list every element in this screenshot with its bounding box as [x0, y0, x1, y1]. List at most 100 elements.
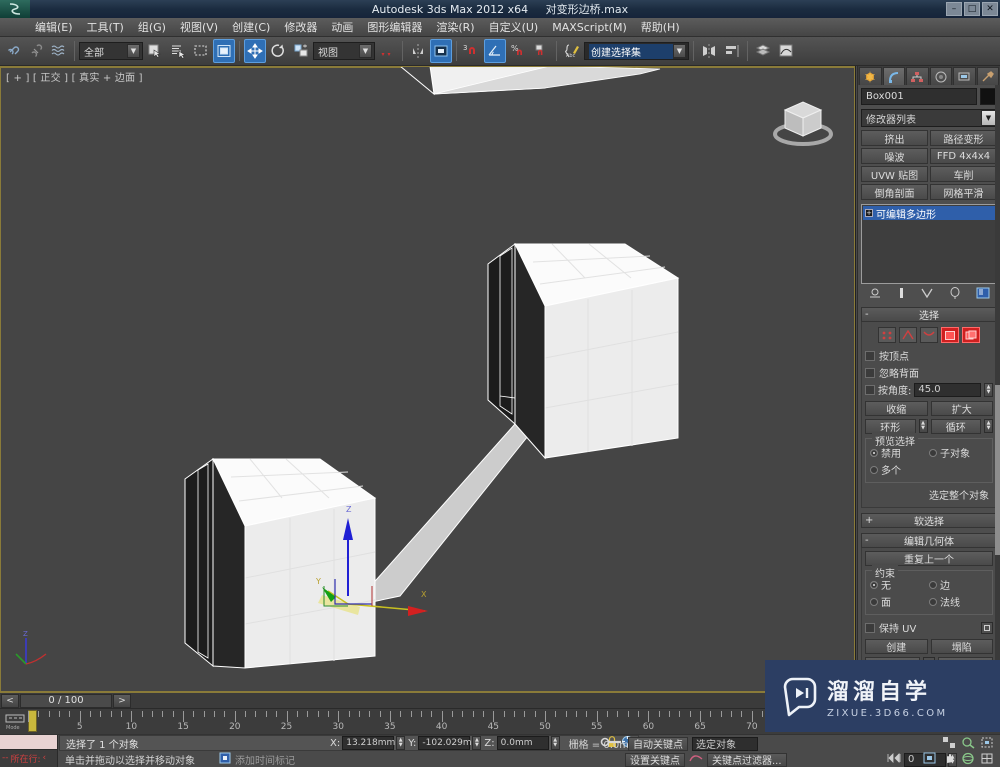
constraint-option-3[interactable]: 法线	[929, 593, 988, 610]
key-filters-button[interactable]: 关键点过滤器...	[707, 752, 787, 767]
menu-item-5[interactable]: 修改器	[277, 17, 324, 37]
chevron-down-icon[interactable]: ▼	[127, 44, 140, 58]
radio-button[interactable]	[870, 597, 878, 606]
preserve-uv-row[interactable]: 保持 UV	[865, 619, 993, 636]
layer-manager-icon[interactable]	[752, 39, 774, 63]
mirror-geometry-icon[interactable]	[698, 39, 720, 63]
perspective-viewport[interactable]: [ + ] [ 正交 ] [ 真实 + 边面 ] Z X Y Z	[0, 66, 856, 692]
edge-sub-object-button[interactable]	[899, 327, 917, 343]
menu-item-3[interactable]: 视图(V)	[173, 17, 225, 37]
viewport-label[interactable]: [ + ] [ 正交 ] [ 真实 + 边面 ]	[6, 69, 143, 84]
modifier-button-0[interactable]: 挤出	[861, 130, 928, 146]
listener-arrow-icon[interactable]: ‹	[43, 753, 47, 763]
modifier-button-2[interactable]: 噪波	[861, 148, 928, 164]
create-button[interactable]: 创建	[865, 639, 928, 654]
pin-stack-icon[interactable]	[869, 287, 882, 302]
use-pivot-center-icon[interactable]	[376, 39, 398, 63]
menu-item-4[interactable]: 创建(C)	[225, 17, 277, 37]
menu-item-7[interactable]: 图形编辑器	[360, 17, 429, 37]
close-button[interactable]: ✕	[982, 2, 998, 16]
minimize-button[interactable]: –	[946, 2, 962, 16]
motion-tab[interactable]	[929, 67, 952, 85]
x-value-field[interactable]: 13.218mm	[342, 736, 395, 750]
menu-item-8[interactable]: 渲染(R)	[429, 17, 481, 37]
radio-button[interactable]	[870, 580, 878, 589]
collapse-icon[interactable]: -	[865, 309, 869, 320]
angle-snap-icon[interactable]	[484, 39, 506, 63]
selection-rollout-header[interactable]: - 选择	[861, 307, 997, 322]
maximize-viewport-icon[interactable]	[978, 751, 996, 766]
vertex-sub-object-button[interactable]	[878, 327, 896, 343]
stack-item-0[interactable]: + 可编辑多边形	[863, 206, 995, 221]
remove-modifier-icon[interactable]	[949, 286, 961, 302]
view-cube[interactable]	[763, 84, 843, 152]
selected-object-field[interactable]: 选定对象	[692, 736, 758, 751]
modifier-button-4[interactable]: UVW 贴图	[861, 166, 928, 182]
zoom-all-icon[interactable]	[959, 735, 977, 750]
auto-key-button[interactable]: 自动关键点	[628, 736, 688, 751]
mini-listener[interactable]: -- 所在行: ‹	[0, 735, 58, 767]
create-tab[interactable]	[859, 67, 882, 85]
select-scale-icon[interactable]	[290, 39, 312, 63]
ring-spinner[interactable]: ▲ ▼	[918, 419, 928, 433]
by-angle-value[interactable]: 45.0	[914, 382, 981, 397]
current-frame-value[interactable]: 0 / 100	[20, 693, 112, 708]
collapse-button[interactable]: 塌陷	[930, 639, 993, 654]
ring-button[interactable]: 环形	[865, 419, 916, 434]
preview-option-1[interactable]: 子对象	[929, 444, 988, 461]
chevron-down-icon[interactable]: ▼	[981, 110, 996, 126]
show-end-result-icon[interactable]	[897, 287, 906, 302]
zoom-extents-icon[interactable]	[978, 735, 996, 750]
select-by-name-icon[interactable]	[167, 39, 189, 63]
by-angle-row[interactable]: 按角度: 45.0 ▲ ▼	[865, 381, 993, 398]
command-panel-scrollbar[interactable]	[995, 85, 1000, 692]
select-rotate-icon[interactable]	[267, 39, 289, 63]
pan-icon[interactable]	[940, 751, 958, 766]
polygon-sub-object-button[interactable]	[941, 327, 959, 343]
expand-icon[interactable]: +	[865, 515, 873, 526]
modifier-button-5[interactable]: 车削	[930, 166, 997, 182]
select-link-icon[interactable]	[2, 39, 24, 63]
configure-modifier-sets-icon[interactable]	[976, 287, 990, 302]
y-spinner[interactable]: ▲ ▼	[472, 736, 482, 750]
orbit-icon[interactable]	[959, 751, 977, 766]
modifier-button-1[interactable]: 路径变形	[930, 130, 997, 146]
preview-option-2[interactable]: 多个	[870, 461, 929, 478]
chevron-down-icon[interactable]: ▼	[359, 44, 372, 58]
menu-item-6[interactable]: 动画	[324, 17, 360, 37]
radio-button[interactable]	[870, 465, 878, 474]
viewport-3d-scene[interactable]: Z X Y	[0, 66, 856, 692]
bind-space-warp-icon[interactable]	[48, 39, 70, 63]
expand-stack-icon[interactable]: +	[865, 209, 873, 217]
radio-button[interactable]	[929, 580, 937, 589]
chevron-down-icon[interactable]: ▼	[673, 44, 686, 58]
grow-button[interactable]: 扩大	[930, 401, 993, 416]
modifier-button-3[interactable]: FFD 4x4x4	[930, 148, 997, 164]
element-sub-object-button[interactable]	[962, 327, 980, 343]
curve-editor-icon[interactable]	[775, 39, 797, 63]
menu-item-1[interactable]: 工具(T)	[80, 17, 131, 37]
collapse-icon[interactable]: -	[865, 535, 869, 546]
make-unique-icon[interactable]	[920, 287, 934, 302]
zoom-icon[interactable]	[940, 735, 958, 750]
ignore-backfacing-checkbox[interactable]: 忽略背面	[865, 364, 993, 381]
repeat-last-button[interactable]: 重复上一个	[865, 551, 993, 566]
radio-button[interactable]	[929, 597, 937, 606]
set-key-button[interactable]: 设置关键点	[625, 752, 685, 767]
modifier-button-6[interactable]: 倒角剖面	[861, 184, 928, 200]
loop-spinner[interactable]: ▲ ▼	[984, 419, 993, 433]
display-tab[interactable]	[953, 67, 976, 85]
add-time-tag-icon[interactable]	[219, 752, 231, 767]
select-object-icon[interactable]	[144, 39, 166, 63]
select-move-icon[interactable]	[244, 39, 266, 63]
named-selection-set-dropdown[interactable]: 创建选择集 ▼	[584, 42, 689, 60]
edit-geometry-header[interactable]: - 编辑几何体	[861, 533, 997, 548]
checkbox-box[interactable]	[865, 350, 875, 361]
checkbox-box[interactable]	[865, 384, 875, 395]
prev-frame-button[interactable]: <	[1, 693, 19, 708]
scrollbar-thumb[interactable]	[995, 385, 1000, 555]
modifier-stack[interactable]: + 可编辑多边形	[861, 204, 997, 284]
y-value-field[interactable]: -102.029m	[418, 736, 472, 750]
z-value-field[interactable]: 0.0mm	[496, 736, 549, 750]
menu-item-9[interactable]: 自定义(U)	[482, 17, 546, 37]
